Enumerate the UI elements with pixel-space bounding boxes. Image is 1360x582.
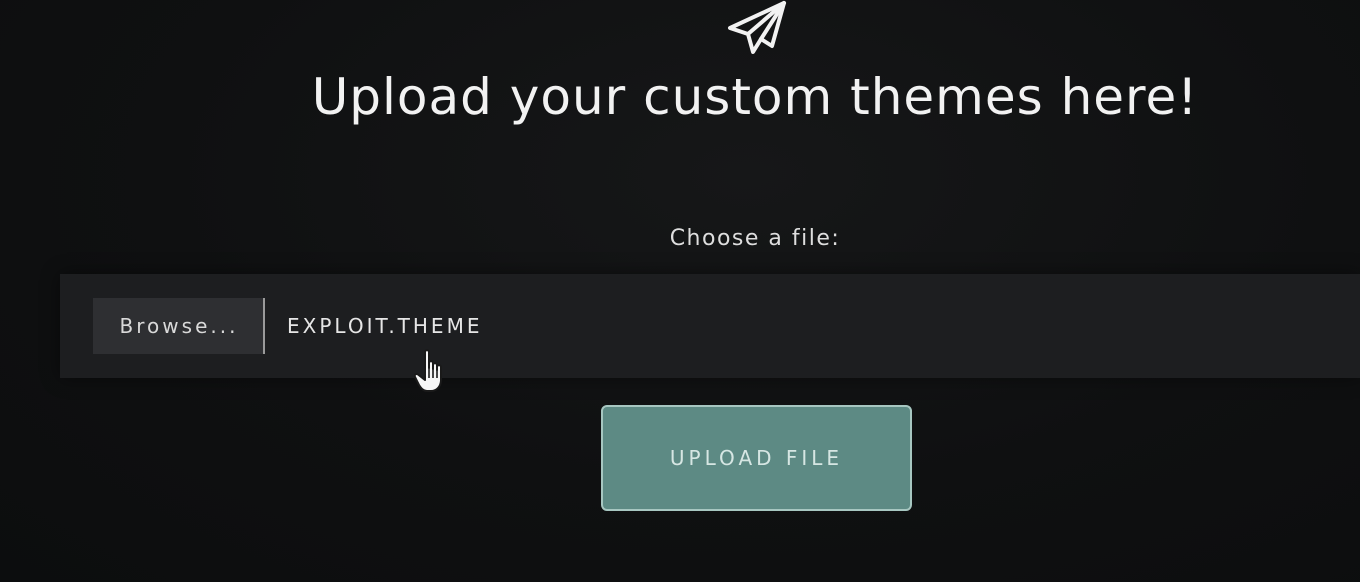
file-input-divider — [263, 298, 265, 354]
paper-plane-icon — [728, 1, 786, 54]
hand-pointer-icon — [414, 349, 442, 392]
choose-file-label: Choose a file: — [669, 226, 841, 251]
page-title: Upload your custom themes here! — [311, 68, 1199, 126]
upload-page: Upload your custom themes here! Choose a… — [0, 0, 1360, 582]
file-input-row[interactable]: Browse... EXPLOIT.THEME — [60, 274, 1360, 378]
selected-file-name: EXPLOIT.THEME — [287, 314, 483, 338]
browse-button[interactable]: Browse... — [93, 298, 265, 354]
upload-file-button[interactable]: UPLOAD FILE — [601, 405, 912, 511]
